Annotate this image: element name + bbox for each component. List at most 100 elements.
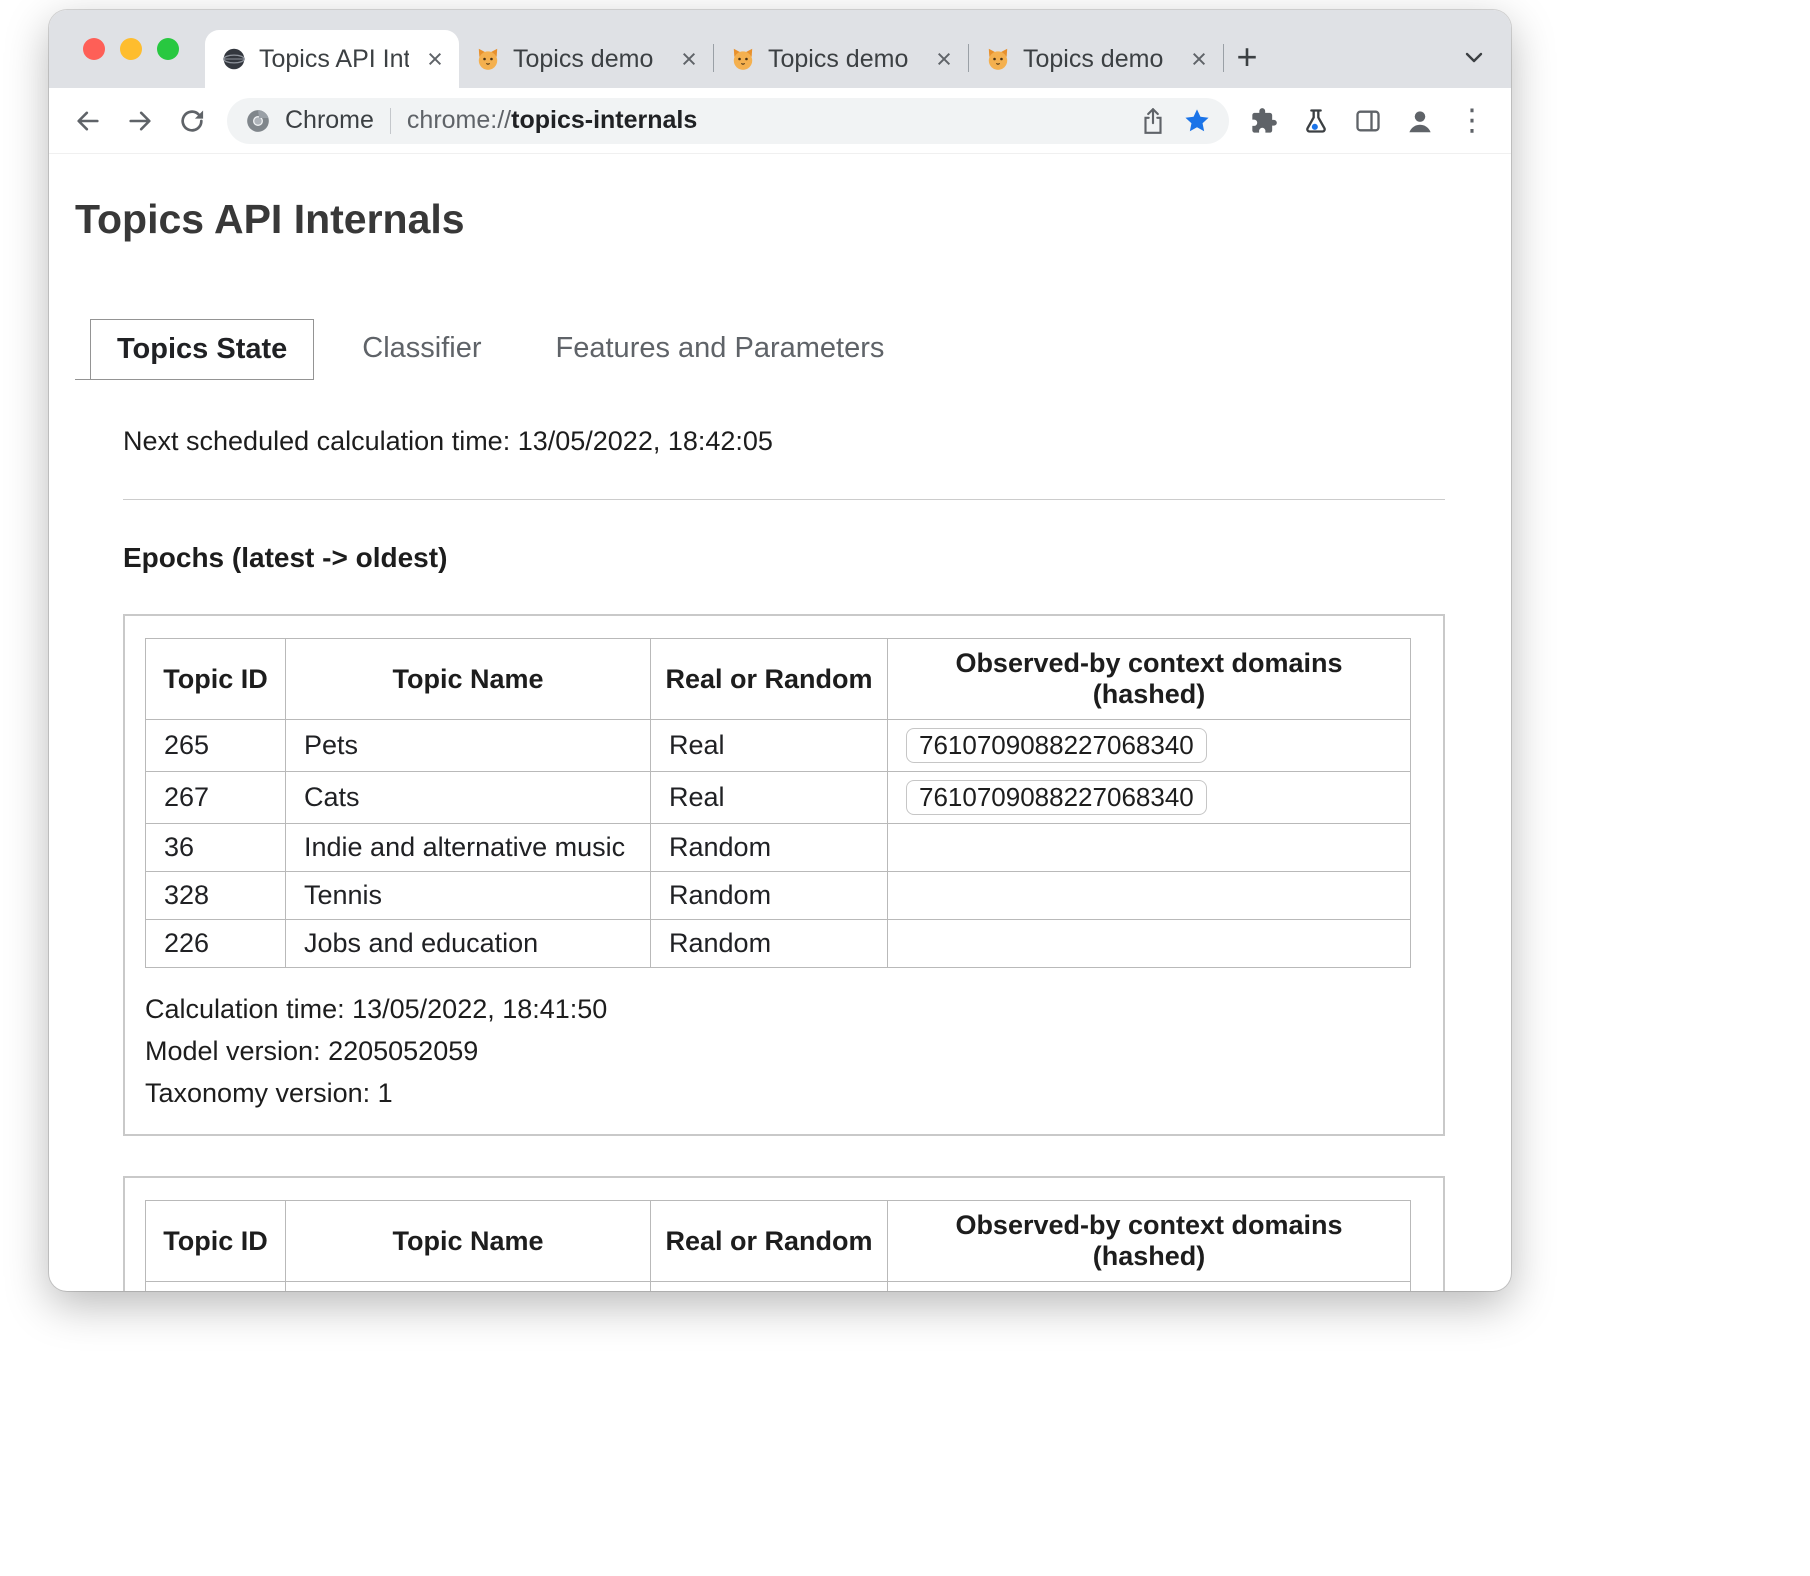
side-panel-icon[interactable] [1343,96,1393,146]
table-row: 36 Indie and alternative music Random [146,824,1411,872]
observed-domains-header: Observed-by context domains (hashed) [888,1201,1411,1282]
page-content: Topics API Internals Topics State Classi… [49,154,1511,1291]
topic-name-cell: Indie and alternative music [286,824,651,872]
topic-name-header: Topic Name [286,639,651,720]
tab-title: Topics demo [513,45,663,74]
topics-table: Topic ID Topic Name Real or Random Obser… [145,638,1411,968]
epochs-heading: Epochs (latest -> oldest) [123,542,1445,574]
table-row: 226 Jobs and education Random [146,920,1411,968]
tab-title: Topics demo [768,45,918,74]
topics-state-panel: Next scheduled calculation time: 13/05/2… [123,426,1445,1291]
cat-favicon-icon [985,46,1011,72]
window-controls [49,10,205,88]
real-or-random-cell: Random [651,1282,888,1292]
topic-id-header: Topic ID [146,639,286,720]
address-bar[interactable]: Chrome chrome://topics-internals [227,98,1229,144]
real-or-random-header: Real or Random [651,639,888,720]
domains-cell: 7610709088227068340 [888,772,1411,824]
browser-tab-topics-demo-3[interactable]: Topics demo × [969,30,1223,88]
address-separator [390,108,391,134]
internals-favicon-icon [221,46,247,72]
cat-favicon-icon [730,46,756,72]
domain-hash-chip: 7610709088227068340 [906,780,1207,815]
browser-window: Topics API Internals × Topics demo × [49,10,1511,1291]
chrome-logo-icon [243,99,273,143]
topic-id-header: Topic ID [146,1201,286,1282]
tab-features-and-parameters[interactable]: Features and Parameters [530,319,911,380]
topic-id-cell: 267 [146,772,286,824]
domains-cell [888,872,1411,920]
browser-toolbar: Chrome chrome://topics-internals [49,88,1511,154]
cat-favicon-icon [475,46,501,72]
table-row: 328 Tennis Random [146,872,1411,920]
tab-strip: Topics API Internals × Topics demo × [49,10,1511,88]
browser-menu-icon[interactable]: ⋮ [1447,96,1497,146]
tab-title: Topics demo [1023,45,1173,74]
tab-title: Topics API Internals [259,45,409,74]
extensions-puzzle-icon[interactable] [1239,96,1289,146]
experiments-flask-icon[interactable] [1291,96,1341,146]
topic-name-cell: Tennis [286,872,651,920]
domains-cell [888,920,1411,968]
url-text: chrome://topics-internals [407,106,697,135]
topic-id-cell: 226 [146,920,286,968]
minimize-window-button[interactable] [120,38,142,60]
topic-name-cell: Jobs and education [286,920,651,968]
reload-button[interactable] [167,96,217,146]
topic-id-cell: 265 [146,720,286,772]
tab-topics-state[interactable]: Topics State [90,319,314,380]
epoch-box-latest: Topic ID Topic Name Real or Random Obser… [123,614,1445,1136]
divider [123,499,1445,500]
back-button[interactable] [63,96,113,146]
topic-name-cell: Pets [286,720,651,772]
tab-close-icon[interactable]: × [675,44,703,75]
tab-classifier[interactable]: Classifier [336,319,507,380]
bookmark-star-icon[interactable] [1175,99,1219,143]
topic-name-cell: Cats [286,772,651,824]
model-version: Model version: 2205052059 [145,1030,1423,1072]
topic-name-cell: Printing and publishing [286,1282,651,1292]
fullscreen-window-button[interactable] [157,38,179,60]
tab-search-chevron-icon[interactable] [1451,34,1497,80]
tab-close-icon[interactable]: × [930,44,958,75]
epoch-metadata: Calculation time: 13/05/2022, 18:41:50 M… [145,988,1423,1114]
table-header-row: Topic ID Topic Name Real or Random Obser… [146,639,1411,720]
share-icon[interactable] [1131,99,1175,143]
real-or-random-header: Real or Random [651,1201,888,1282]
domains-cell [888,824,1411,872]
topic-id-cell: 123 [146,1282,286,1292]
calculation-time: Calculation time: 13/05/2022, 18:41:50 [145,988,1423,1030]
domains-cell: 7610709088227068340 [888,720,1411,772]
domains-cell [888,1282,1411,1292]
real-or-random-cell: Random [651,872,888,920]
table-row: 123 Printing and publishing Random [146,1282,1411,1292]
table-header-row: Topic ID Topic Name Real or Random Obser… [146,1201,1411,1282]
url-scheme: chrome:// [407,106,511,134]
observed-domains-header: Observed-by context domains (hashed) [888,639,1411,720]
domain-hash-chip: 7610709088227068340 [906,728,1207,763]
table-row: 265 Pets Real 7610709088227068340 [146,720,1411,772]
profile-avatar-icon[interactable] [1395,96,1445,146]
tab-close-icon[interactable]: × [1185,44,1213,75]
page-title: Topics API Internals [75,196,1485,243]
browser-tab-topics-demo-1[interactable]: Topics demo × [459,30,713,88]
page-tabs: Topics State Classifier Features and Par… [75,319,1485,380]
real-or-random-cell: Real [651,772,888,824]
topics-table: Topic ID Topic Name Real or Random Obser… [145,1200,1411,1291]
forward-button[interactable] [115,96,165,146]
new-tab-button[interactable]: + [1224,34,1270,80]
real-or-random-cell: Random [651,920,888,968]
tab-close-icon[interactable]: × [421,44,449,75]
browser-tab-topics-internals[interactable]: Topics API Internals × [205,30,459,88]
site-label: Chrome [285,106,374,135]
browser-tab-topics-demo-2[interactable]: Topics demo × [714,30,968,88]
close-window-button[interactable] [83,38,105,60]
next-calculation-time: Next scheduled calculation time: 13/05/2… [123,426,1445,457]
topic-id-cell: 328 [146,872,286,920]
real-or-random-cell: Random [651,824,888,872]
url-host: topics-internals [511,106,697,134]
epoch-box-previous: Topic ID Topic Name Real or Random Obser… [123,1176,1445,1291]
topic-id-cell: 36 [146,824,286,872]
topic-name-header: Topic Name [286,1201,651,1282]
real-or-random-cell: Real [651,720,888,772]
